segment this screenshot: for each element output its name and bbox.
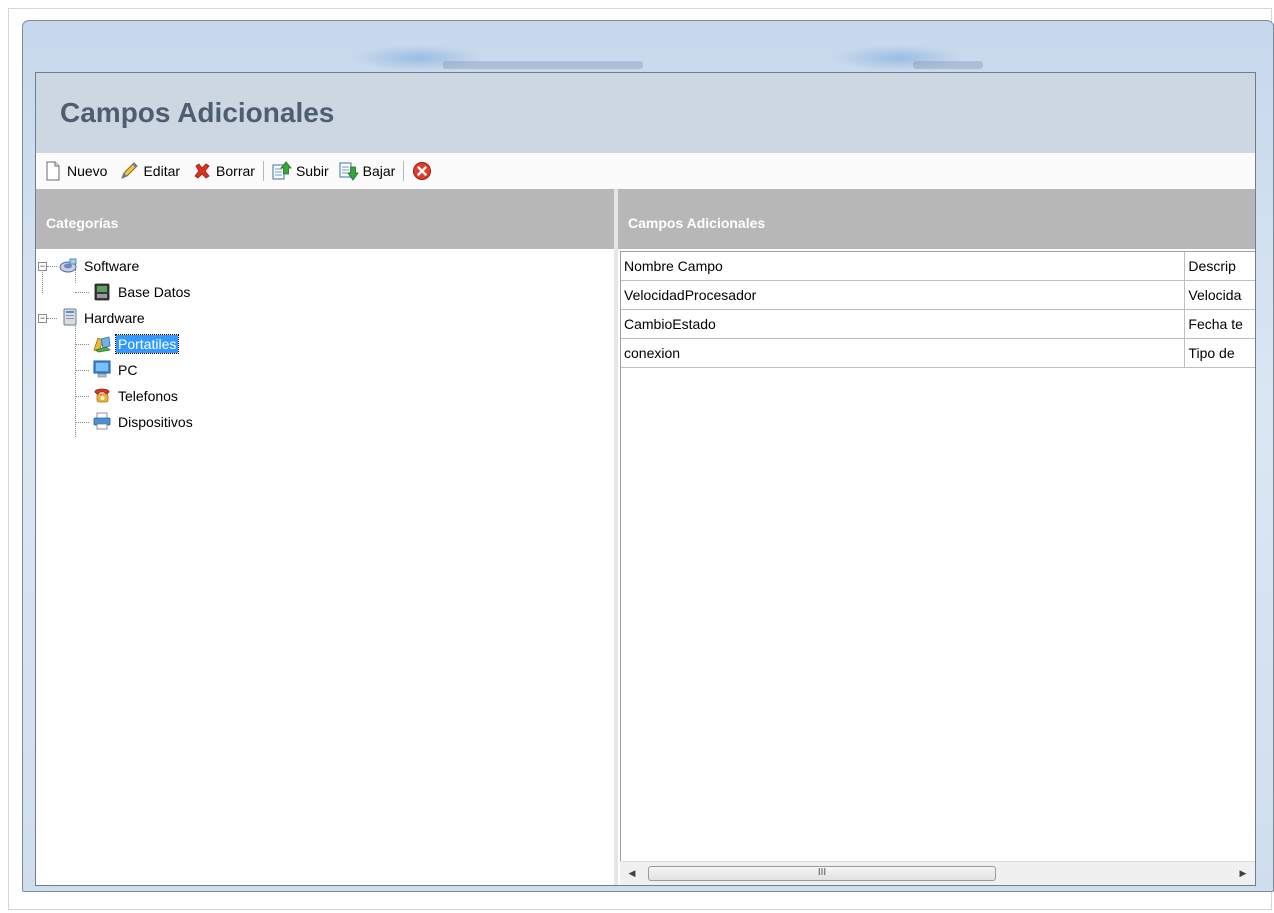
close-button[interactable]	[409, 159, 439, 183]
cell-nombre-campo[interactable]: conexion	[621, 339, 1186, 367]
glass-blur-text	[443, 61, 643, 69]
grid-header-row: Nombre Campo Descrip	[621, 252, 1255, 281]
table-row[interactable]: VelocidadProcesador Velocida	[621, 281, 1255, 310]
tree-node-telefonos[interactable]: Telefonos	[36, 383, 614, 409]
cell-descripcion[interactable]: Velocida	[1185, 281, 1255, 309]
main-window: Campos Adicionales Nuevo Editar Borrar S…	[35, 72, 1256, 886]
red-x-icon	[194, 163, 210, 179]
tree-label: PC	[118, 362, 138, 378]
editar-button[interactable]: Editar	[116, 159, 183, 183]
toolbar-separator	[403, 161, 405, 181]
column-header-descripcion[interactable]: Descrip	[1185, 252, 1255, 280]
move-down-icon	[339, 162, 359, 181]
tree-label: Base Datos	[118, 284, 191, 300]
pencil-icon	[121, 162, 139, 179]
fields-grid: Nombre Campo Descrip VelocidadProcesador…	[620, 251, 1255, 885]
horizontal-scrollbar[interactable]: ◀ III ▶	[620, 861, 1255, 885]
borrar-label: Borrar	[216, 163, 255, 179]
cell-nombre-campo[interactable]: VelocidadProcesador	[621, 281, 1186, 309]
subir-button[interactable]: Subir	[269, 159, 332, 183]
telephone-icon	[94, 388, 110, 403]
tree-node-portatiles[interactable]: Portatiles	[36, 331, 614, 357]
nuevo-button[interactable]: Nuevo	[40, 159, 110, 183]
close-circle-icon	[413, 162, 432, 180]
printer-icon	[93, 412, 111, 430]
tree-line	[75, 422, 89, 423]
table-row[interactable]: CambioEstado Fecha te	[621, 310, 1255, 339]
monitor-icon	[93, 360, 111, 378]
hardware-icon	[63, 308, 77, 326]
categories-header: Categorías	[36, 189, 614, 249]
tree-node-software[interactable]: − Software	[36, 253, 614, 279]
database-icon	[94, 283, 110, 301]
collapse-toggle[interactable]: −	[38, 314, 47, 323]
tree-line	[75, 370, 89, 371]
cell-descripcion[interactable]: Tipo de	[1185, 339, 1255, 367]
bajar-button[interactable]: Bajar	[336, 159, 399, 183]
category-tree[interactable]: − Software Base Datos − Hardware Portati…	[36, 249, 614, 437]
tree-line	[47, 318, 57, 319]
tree-label: Software	[84, 258, 140, 274]
laptop-icon	[93, 336, 111, 353]
tree-node-dispositivos[interactable]: Dispositivos	[36, 409, 614, 435]
toolbar: Nuevo Editar Borrar Subir Bajar	[36, 153, 1255, 189]
column-header-nombre-campo[interactable]: Nombre Campo	[621, 252, 1186, 280]
tree-line	[75, 396, 89, 397]
nuevo-label: Nuevo	[67, 163, 108, 179]
software-icon	[59, 258, 77, 273]
tree-node-hardware[interactable]: − Hardware	[36, 305, 614, 331]
toolbar-separator	[262, 161, 264, 181]
tree-node-base-datos[interactable]: Base Datos	[36, 279, 614, 305]
bajar-label: Bajar	[362, 163, 396, 179]
borrar-button[interactable]: Borrar	[189, 159, 258, 183]
scroll-left-button[interactable]: ◀	[622, 862, 642, 885]
tree-line	[75, 292, 89, 293]
tree-label: Dispositivos	[118, 414, 193, 430]
tree-label: Hardware	[84, 310, 145, 326]
editar-label: Editar	[143, 163, 181, 179]
page-title: Campos Adicionales	[60, 97, 335, 128]
glass-blur-text	[913, 61, 983, 69]
tree-line	[75, 344, 89, 345]
tree-label-selected: Portatiles	[114, 334, 180, 354]
cell-descripcion[interactable]: Fecha te	[1185, 310, 1255, 338]
tree-node-pc[interactable]: PC	[36, 357, 614, 383]
table-row[interactable]: conexion Tipo de	[621, 339, 1255, 368]
cell-nombre-campo[interactable]: CambioEstado	[621, 310, 1186, 338]
scroll-right-button[interactable]: ▶	[1233, 862, 1253, 885]
fields-header: Campos Adicionales	[618, 189, 1255, 249]
header-band: Campos Adicionales	[36, 73, 1255, 153]
collapse-toggle[interactable]: −	[38, 262, 47, 271]
subir-label: Subir	[295, 163, 329, 179]
tree-label: Telefonos	[118, 388, 178, 404]
new-document-icon	[46, 161, 60, 181]
fields-panel: Campos Adicionales Nombre Campo Descrip …	[618, 189, 1255, 885]
tree-line	[47, 266, 57, 267]
scroll-thumb[interactable]: III	[648, 866, 996, 881]
move-up-icon	[272, 161, 292, 180]
categories-panel: Categorías − Software Base Datos − Hardw…	[36, 189, 614, 885]
